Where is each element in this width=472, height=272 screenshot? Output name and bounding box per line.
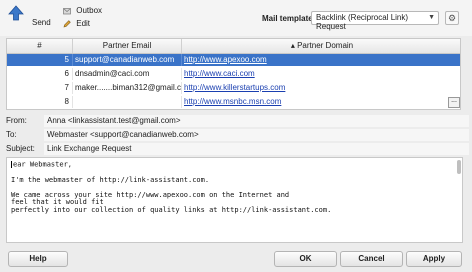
- partner-domain-link[interactable]: http://www.msnbc.msn.com: [182, 96, 460, 108]
- column-header-partner-email[interactable]: Partner Email: [73, 39, 182, 53]
- text-cursor: [11, 161, 12, 168]
- partner-domain-link[interactable]: http://www.apexoo.com: [182, 54, 460, 66]
- outbox-label: Outbox: [76, 6, 103, 16]
- mail-template-select[interactable]: Backlink (Reciprocal Link) Request ▼: [311, 11, 439, 31]
- mail-template-label: Mail template: [262, 14, 313, 23]
- column-header-partner-domain[interactable]: ▴ Partner Domain: [182, 39, 460, 53]
- from-row: From: Anna <linkassistant.test@gmail.com…: [6, 115, 469, 127]
- from-field[interactable]: Anna <linkassistant.test@gmail.com>: [44, 115, 469, 127]
- column-header-number[interactable]: #: [7, 39, 73, 53]
- send-button[interactable]: Send: [5, 4, 51, 32]
- send-arrow-icon: [8, 5, 24, 21]
- grid-header: # Partner Email ▴ Partner Domain: [7, 39, 460, 54]
- pencil-icon: [63, 20, 71, 28]
- help-button[interactable]: Help: [8, 251, 68, 267]
- chevron-down-icon: ▼: [428, 14, 435, 21]
- row-number: 6: [7, 68, 73, 80]
- outbox-button[interactable]: Outbox: [63, 6, 102, 17]
- subject-row: Subject: Link Exchange Request: [6, 143, 469, 155]
- toolbar: Send Outbox Edit Mail template Backlink …: [0, 0, 472, 36]
- table-row[interactable]: 6 dnsadmin@caci.com http://www.caci.com: [7, 68, 460, 80]
- partner-domain-link[interactable]: http://www.caci.com: [182, 68, 460, 80]
- table-row[interactable]: 7 maker.......biman312@gmail.com http://…: [7, 82, 460, 94]
- edit-domain-button[interactable]: ...: [448, 97, 460, 108]
- send-label: Send: [32, 18, 51, 27]
- mail-template-value: Backlink (Reciprocal Link) Request: [316, 13, 409, 31]
- outbox-icon: [63, 8, 71, 15]
- message-text: ear Webmaster, I'm the webmaster of http…: [11, 160, 332, 214]
- partner-email: dnsadmin@caci.com: [73, 68, 182, 80]
- table-row[interactable]: 8 http://www.msnbc.msn.com ...: [7, 96, 460, 108]
- subject-field[interactable]: Link Exchange Request: [44, 143, 469, 155]
- cancel-button[interactable]: Cancel: [340, 251, 403, 267]
- row-number: 7: [7, 82, 73, 94]
- ok-button[interactable]: OK: [274, 251, 337, 267]
- message-body[interactable]: ear Webmaster, I'm the webmaster of http…: [6, 157, 463, 243]
- table-row[interactable]: 5 support@canadianweb.com http://www.ape…: [7, 54, 460, 66]
- gear-icon: ⚙: [447, 13, 457, 23]
- edit-label: Edit: [76, 19, 91, 29]
- scrollbar[interactable]: [457, 160, 461, 174]
- from-label: From:: [6, 116, 27, 125]
- partner-grid: # Partner Email ▴ Partner Domain 5 suppo…: [6, 38, 461, 110]
- partner-email: [73, 96, 182, 108]
- template-settings-button[interactable]: ⚙: [445, 11, 459, 25]
- subject-label: Subject:: [6, 144, 35, 153]
- edit-button[interactable]: Edit: [63, 19, 90, 30]
- apply-button[interactable]: Apply: [406, 251, 462, 267]
- row-number: 8: [7, 96, 73, 108]
- to-row: To: Webmaster <support@canadianweb.com>: [6, 129, 469, 141]
- row-number: 5: [7, 54, 73, 66]
- to-field[interactable]: Webmaster <support@canadianweb.com>: [44, 129, 469, 141]
- message-body-text: ear Webmaster, I'm the webmaster of http…: [7, 158, 462, 217]
- partner-email: maker.......biman312@gmail.com: [75, 82, 182, 94]
- to-label: To:: [6, 130, 17, 139]
- partner-domain-link[interactable]: http://www.killerstartups.com: [182, 82, 460, 94]
- partner-email: support@canadianweb.com: [73, 54, 182, 66]
